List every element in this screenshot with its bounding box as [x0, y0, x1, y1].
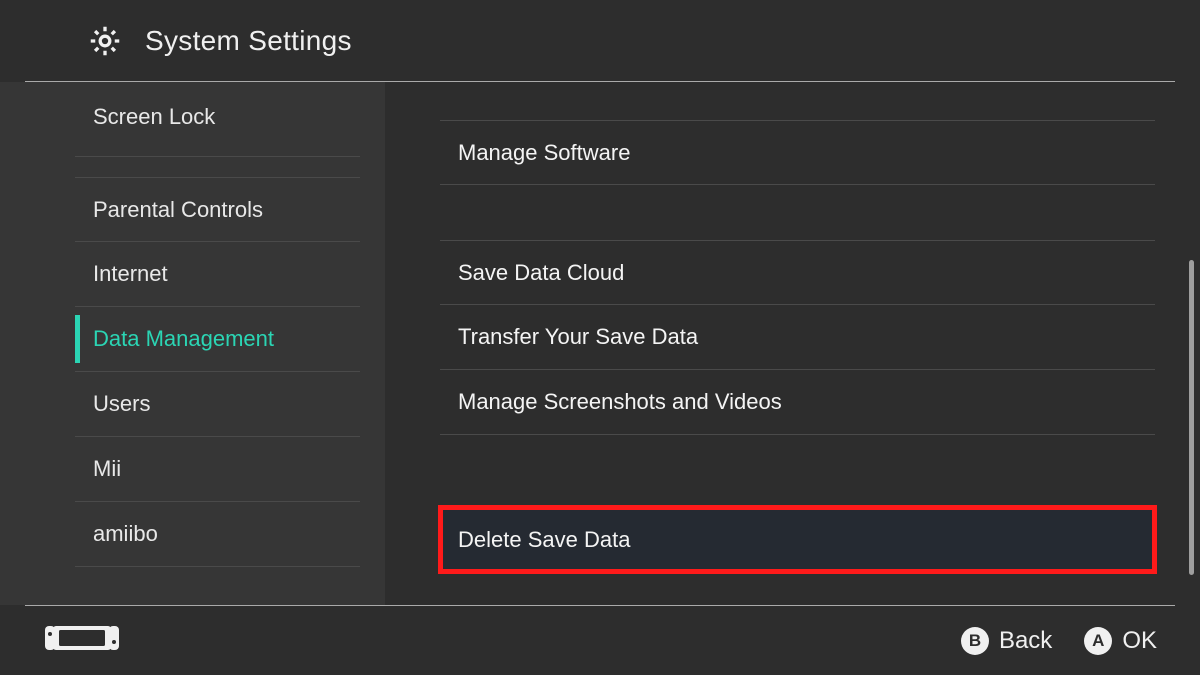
sidebar-gap — [75, 157, 360, 177]
option-transfer-save-data[interactable]: Transfer Your Save Data — [440, 305, 1155, 370]
option-manage-software[interactable]: Manage Software — [440, 120, 1155, 185]
sidebar: Screen Lock Parental Controls Internet D… — [0, 82, 385, 605]
footer: B Back A OK — [25, 605, 1175, 675]
sidebar-item-data-management[interactable]: Data Management — [75, 307, 360, 372]
sidebar-item-label: Parental Controls — [93, 197, 263, 223]
back-label: Back — [999, 627, 1052, 655]
ok-label: OK — [1122, 627, 1157, 655]
sidebar-item-label: Data Management — [93, 326, 274, 352]
back-button[interactable]: B Back — [961, 627, 1052, 655]
sidebar-item-internet[interactable]: Internet — [75, 242, 360, 307]
sidebar-item-label: Internet — [93, 261, 168, 287]
main-panel: Manage Software Save Data Cloud Transfer… — [385, 82, 1200, 605]
main-spacer — [440, 435, 1155, 507]
option-label: Transfer Your Save Data — [458, 324, 698, 350]
sidebar-item-users[interactable]: Users — [75, 372, 360, 437]
option-delete-save-data[interactable]: Delete Save Data — [440, 507, 1155, 572]
sidebar-item-screen-lock[interactable]: Screen Lock — [75, 82, 360, 157]
option-save-data-cloud[interactable]: Save Data Cloud — [440, 240, 1155, 305]
option-label: Save Data Cloud — [458, 260, 624, 286]
option-label: Delete Save Data — [458, 527, 630, 553]
sidebar-item-label: Screen Lock — [93, 104, 215, 130]
ok-button[interactable]: A OK — [1084, 627, 1157, 655]
header: System Settings — [25, 0, 1175, 82]
b-button-icon: B — [961, 627, 989, 655]
scrollbar-thumb[interactable] — [1189, 260, 1194, 575]
page-title: System Settings — [145, 25, 352, 57]
sidebar-item-label: Users — [93, 391, 150, 417]
main-top-gap — [440, 82, 1155, 120]
main-spacer — [440, 185, 1155, 240]
option-label: Manage Screenshots and Videos — [458, 389, 782, 415]
sidebar-item-label: Mii — [93, 456, 121, 482]
sidebar-item-amiibo[interactable]: amiibo — [75, 502, 360, 567]
sidebar-item-parental-controls[interactable]: Parental Controls — [75, 177, 360, 242]
option-label: Manage Software — [458, 140, 630, 166]
a-button-icon: A — [1084, 627, 1112, 655]
body: Screen Lock Parental Controls Internet D… — [0, 82, 1200, 605]
controller-icon[interactable] — [43, 620, 121, 661]
option-manage-screenshots-videos[interactable]: Manage Screenshots and Videos — [440, 370, 1155, 435]
settings-gear-icon — [87, 23, 123, 59]
sidebar-item-label: amiibo — [93, 521, 158, 547]
sidebar-item-mii[interactable]: Mii — [75, 437, 360, 502]
footer-buttons: B Back A OK — [961, 627, 1157, 655]
